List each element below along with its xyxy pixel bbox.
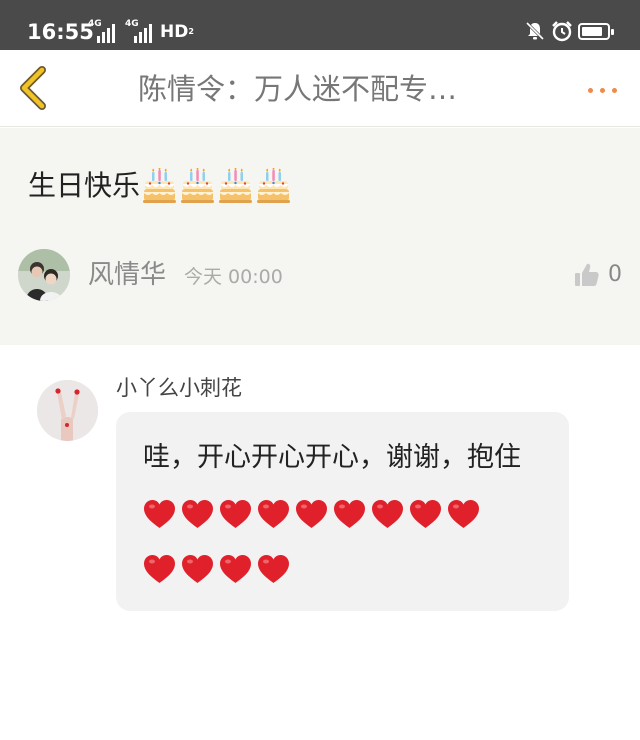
red-heart-icon [295, 499, 328, 529]
red-heart-icon [409, 499, 442, 529]
more-button[interactable] [580, 80, 624, 100]
red-heart-icon [219, 554, 252, 584]
red-heart-icon [257, 499, 290, 529]
author-name[interactable]: 风情华 [88, 258, 166, 292]
birthday-cake-icon [181, 168, 214, 204]
red-heart-icon [143, 554, 176, 584]
birthday-cake-icon [257, 168, 290, 204]
red-heart-icon [181, 499, 214, 529]
battery-icon [578, 23, 614, 40]
signal-icon: 4G [88, 19, 115, 43]
post-text: 生日快乐 [28, 169, 141, 202]
red-heart-icon [181, 554, 214, 584]
alarm-icon [552, 21, 572, 42]
cake-emoji-row [143, 168, 290, 204]
author-avatar[interactable] [18, 249, 70, 301]
reply-text: 哇，开心开心开心，谢谢，抱住 [143, 442, 521, 473]
reply-bubble: 哇，开心开心开心，谢谢，抱住 [116, 412, 569, 611]
red-heart-icon [257, 554, 290, 584]
like-count: 0 [608, 262, 622, 287]
avatar [18, 249, 70, 301]
heart-emoji-row [143, 540, 549, 595]
like-button[interactable]: 0 [574, 260, 622, 290]
birthday-cake-icon [143, 168, 176, 204]
birthday-cake-icon [219, 168, 252, 204]
post-content: 生日快乐 [28, 166, 290, 206]
thumbs-up-icon [575, 263, 599, 286]
chevron-left-icon [20, 66, 46, 110]
more-dots-icon [587, 87, 593, 93]
status-bar: 16:55 4G 4G HD2 [0, 0, 640, 50]
red-heart-icon [219, 499, 252, 529]
avatar [37, 380, 98, 441]
hd-indicator: HD2 [160, 22, 194, 42]
signal-icon: 4G [125, 19, 152, 43]
reply-content: 哇，开心开心开心，谢谢，抱住 [143, 430, 549, 595]
reply-author-name[interactable]: 小丫么小刺花 [116, 373, 242, 403]
page-title: 陈情令：万人迷不配专… [138, 72, 458, 106]
status-time: 16:55 [27, 20, 94, 44]
reply-author-avatar[interactable] [37, 380, 98, 441]
original-post: 生日快乐 风情华 今天 00:00 0 [0, 128, 640, 345]
red-heart-icon [333, 499, 366, 529]
red-heart-icon [371, 499, 404, 529]
red-heart-icon [143, 499, 176, 529]
post-timestamp: 今天 00:00 [184, 266, 283, 288]
red-heart-icon [447, 499, 480, 529]
back-button[interactable] [14, 64, 54, 112]
mute-icon [525, 21, 545, 41]
nav-bar: 陈情令：万人迷不配专… [0, 50, 640, 127]
heart-emoji-row [143, 497, 485, 528]
